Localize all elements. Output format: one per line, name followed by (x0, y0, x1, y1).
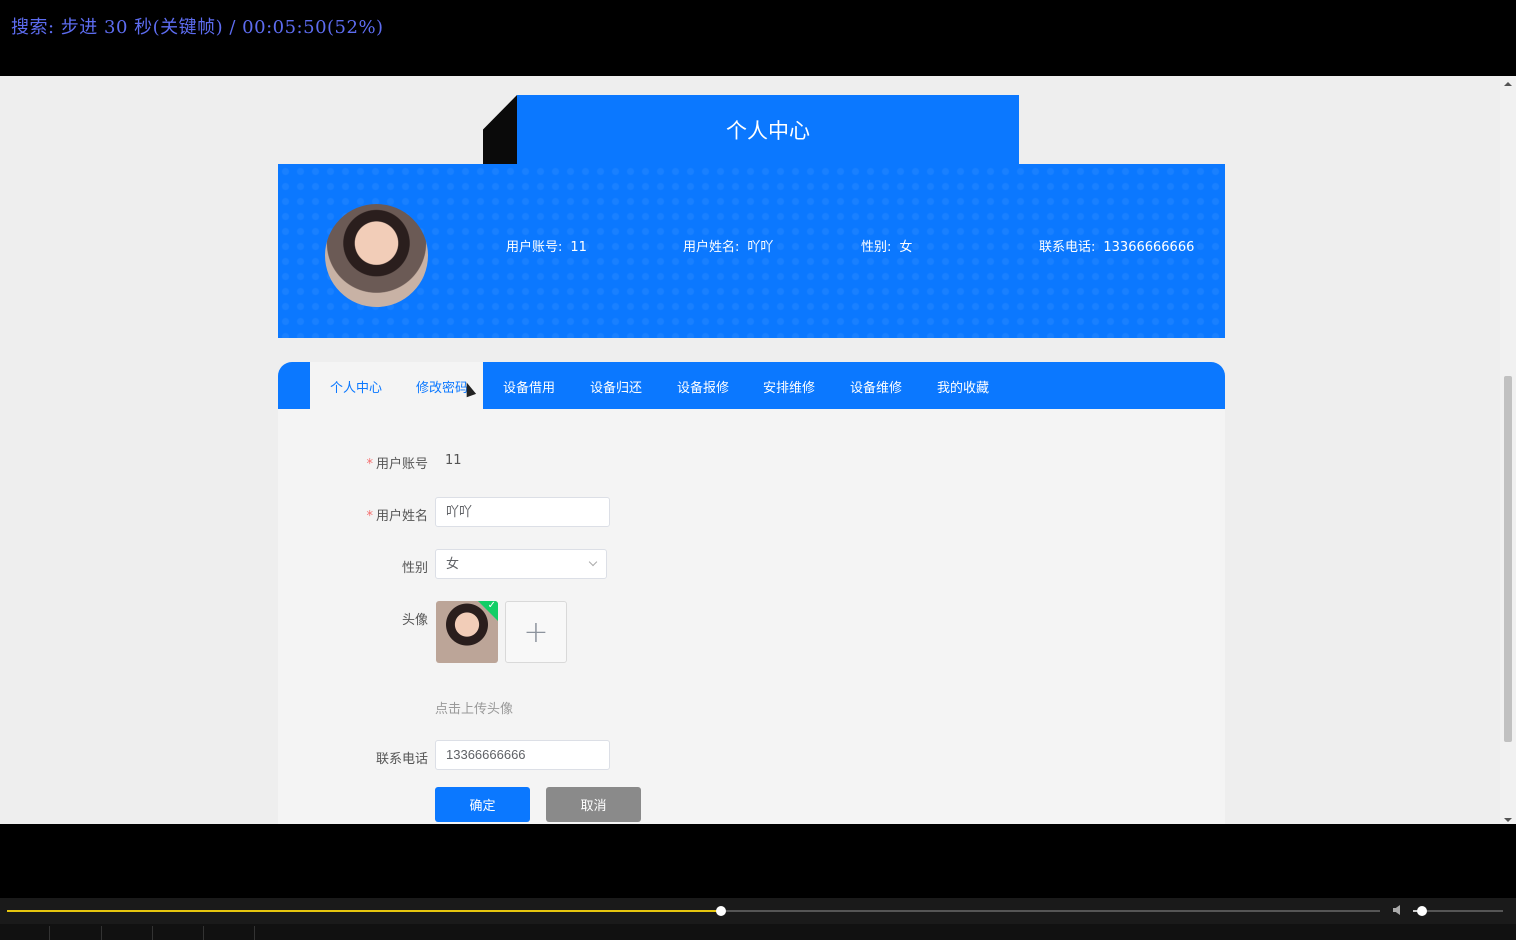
tab-device-borrow[interactable]: 设备借用 (503, 377, 555, 396)
banner-name-value: 吖吖 (747, 240, 774, 255)
avatar-thumbnail[interactable]: ✓ (436, 601, 498, 663)
tab-device-report[interactable]: 设备报修 (677, 377, 729, 396)
player-osd-text: 搜索: 步进 30 秒(关键帧) / 00:05:50(52%) (11, 17, 384, 38)
check-icon: ✓ (487, 601, 496, 611)
avatar-label: 头像 (401, 613, 428, 628)
tab-my-favorites[interactable]: 我的收藏 (937, 377, 989, 396)
title-fold-decoration (483, 95, 517, 164)
status-divider (49, 926, 50, 940)
banner-gender: 性别: 女 (861, 236, 912, 255)
volume-slider[interactable] (1413, 906, 1503, 916)
cancel-button[interactable]: 取消 (546, 787, 641, 822)
banner-phone-label: 联系电话: (1039, 240, 1096, 255)
account-label: * 用户账号 (278, 453, 428, 472)
name-input[interactable]: 吖吖 (435, 497, 610, 527)
volume-handle[interactable] (1417, 906, 1427, 916)
phone-label: 联系电话 (375, 752, 428, 767)
page-scrollbar[interactable] (1500, 76, 1516, 824)
profile-banner: 用户账号: 11 用户姓名: 吖吖 性别: 女 联系电话: 13366666666 (278, 164, 1225, 338)
scroll-down-icon[interactable] (1504, 818, 1512, 822)
name-label-text: 用户姓名 (375, 509, 428, 524)
banner-name-label: 用户姓名: (683, 240, 740, 255)
status-divider (254, 926, 255, 940)
upload-hint: 点击上传头像 (435, 702, 514, 717)
scroll-up-icon[interactable] (1504, 82, 1512, 86)
gender-select[interactable]: 女 (435, 549, 607, 579)
chevron-down-icon (588, 557, 598, 567)
page-title-bar: 个人中心 (517, 95, 1019, 164)
gender-select-value: 女 (446, 556, 460, 571)
tab-device-return[interactable]: 设备归还 (590, 377, 642, 396)
profile-form: * 用户账号 11 * 用户姓名 吖吖 性别 女 头像 ✓ + 点击上传头像 联系电… (278, 409, 1225, 824)
status-divider (152, 926, 153, 940)
gender-label: 性别 (401, 561, 428, 576)
phone-input[interactable]: 13366666666 (435, 740, 610, 770)
scrollbar-thumb[interactable] (1504, 376, 1512, 742)
page-title: 个人中心 (726, 118, 810, 143)
required-mark: * (366, 509, 373, 524)
confirm-button[interactable]: 确定 (435, 787, 530, 822)
banner-phone-value: 13366666666 (1103, 240, 1195, 255)
banner-gender-label: 性别: (861, 240, 892, 255)
player-progress-area (0, 898, 1516, 924)
banner-account: 用户账号: 11 (506, 236, 587, 255)
seek-bar[interactable] (7, 906, 1380, 916)
tab-device-repair[interactable]: 设备维修 (850, 377, 902, 396)
banner-gender-value: 女 (899, 240, 913, 255)
web-viewport: 个人中心 用户账号: 11 用户姓名: 吖吖 性别: 女 联系电话: 133666666… (0, 76, 1516, 824)
avatar (325, 204, 428, 307)
banner-phone: 联系电话: 13366666666 (1039, 236, 1194, 255)
account-value: 11 (445, 453, 462, 468)
status-divider (203, 926, 204, 940)
seek-bar-fill (7, 910, 721, 912)
tab-bar: 个人中心 修改密码 设备借用 设备归还 设备报修 安排维修 设备维修 我的收藏 (278, 362, 1225, 409)
volume-icon[interactable] (1393, 905, 1400, 915)
avatar-upload-button[interactable]: + (505, 601, 567, 663)
plus-icon: + (523, 614, 549, 650)
banner-account-value: 11 (570, 240, 587, 255)
status-divider (101, 926, 102, 940)
banner-account-label: 用户账号: (506, 240, 563, 255)
seek-handle[interactable] (715, 906, 726, 916)
tab-arrange-repair[interactable]: 安排维修 (763, 377, 815, 396)
account-label-text: 用户账号 (375, 457, 428, 472)
tab-personal-center[interactable]: 个人中心 (330, 377, 382, 396)
tab-change-password[interactable]: 修改密码 (416, 377, 468, 396)
banner-name: 用户姓名: 吖吖 (683, 236, 773, 255)
player-status-bar (0, 924, 1516, 940)
required-mark: * (366, 457, 373, 472)
name-label: * 用户姓名 (278, 505, 428, 524)
